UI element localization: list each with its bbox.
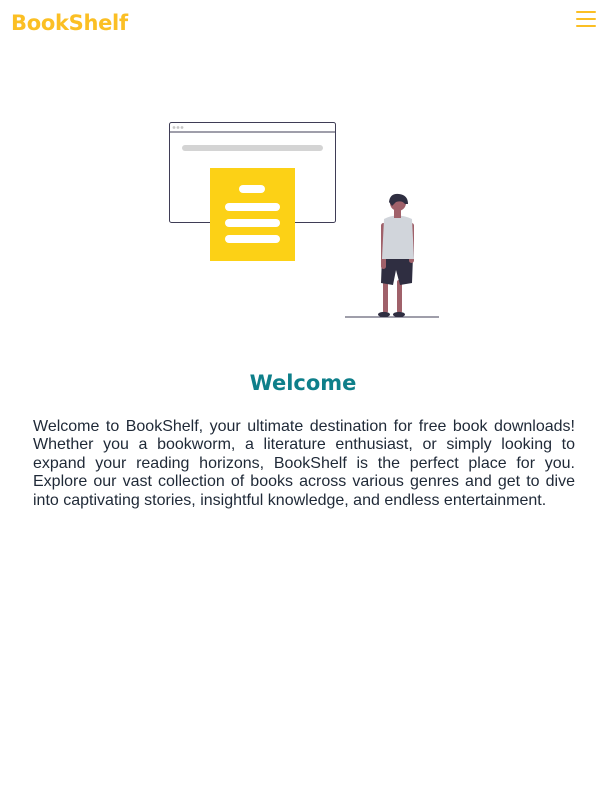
top-navbar: BookShelf: [0, 0, 606, 46]
person-graphic: [378, 193, 414, 318]
document-graphic: [210, 168, 295, 261]
menu-bar-middle: [576, 18, 596, 20]
hamburger-menu-icon[interactable]: [574, 8, 598, 30]
menu-bar-top: [576, 11, 596, 13]
brand-logo-link[interactable]: BookShelf: [11, 10, 128, 36]
reading-illustration: [168, 120, 443, 322]
welcome-paragraph: Welcome to BookShelf, your ultimate dest…: [33, 418, 575, 509]
welcome-heading: Welcome: [249, 371, 357, 395]
menu-bar-bottom: [576, 25, 596, 27]
